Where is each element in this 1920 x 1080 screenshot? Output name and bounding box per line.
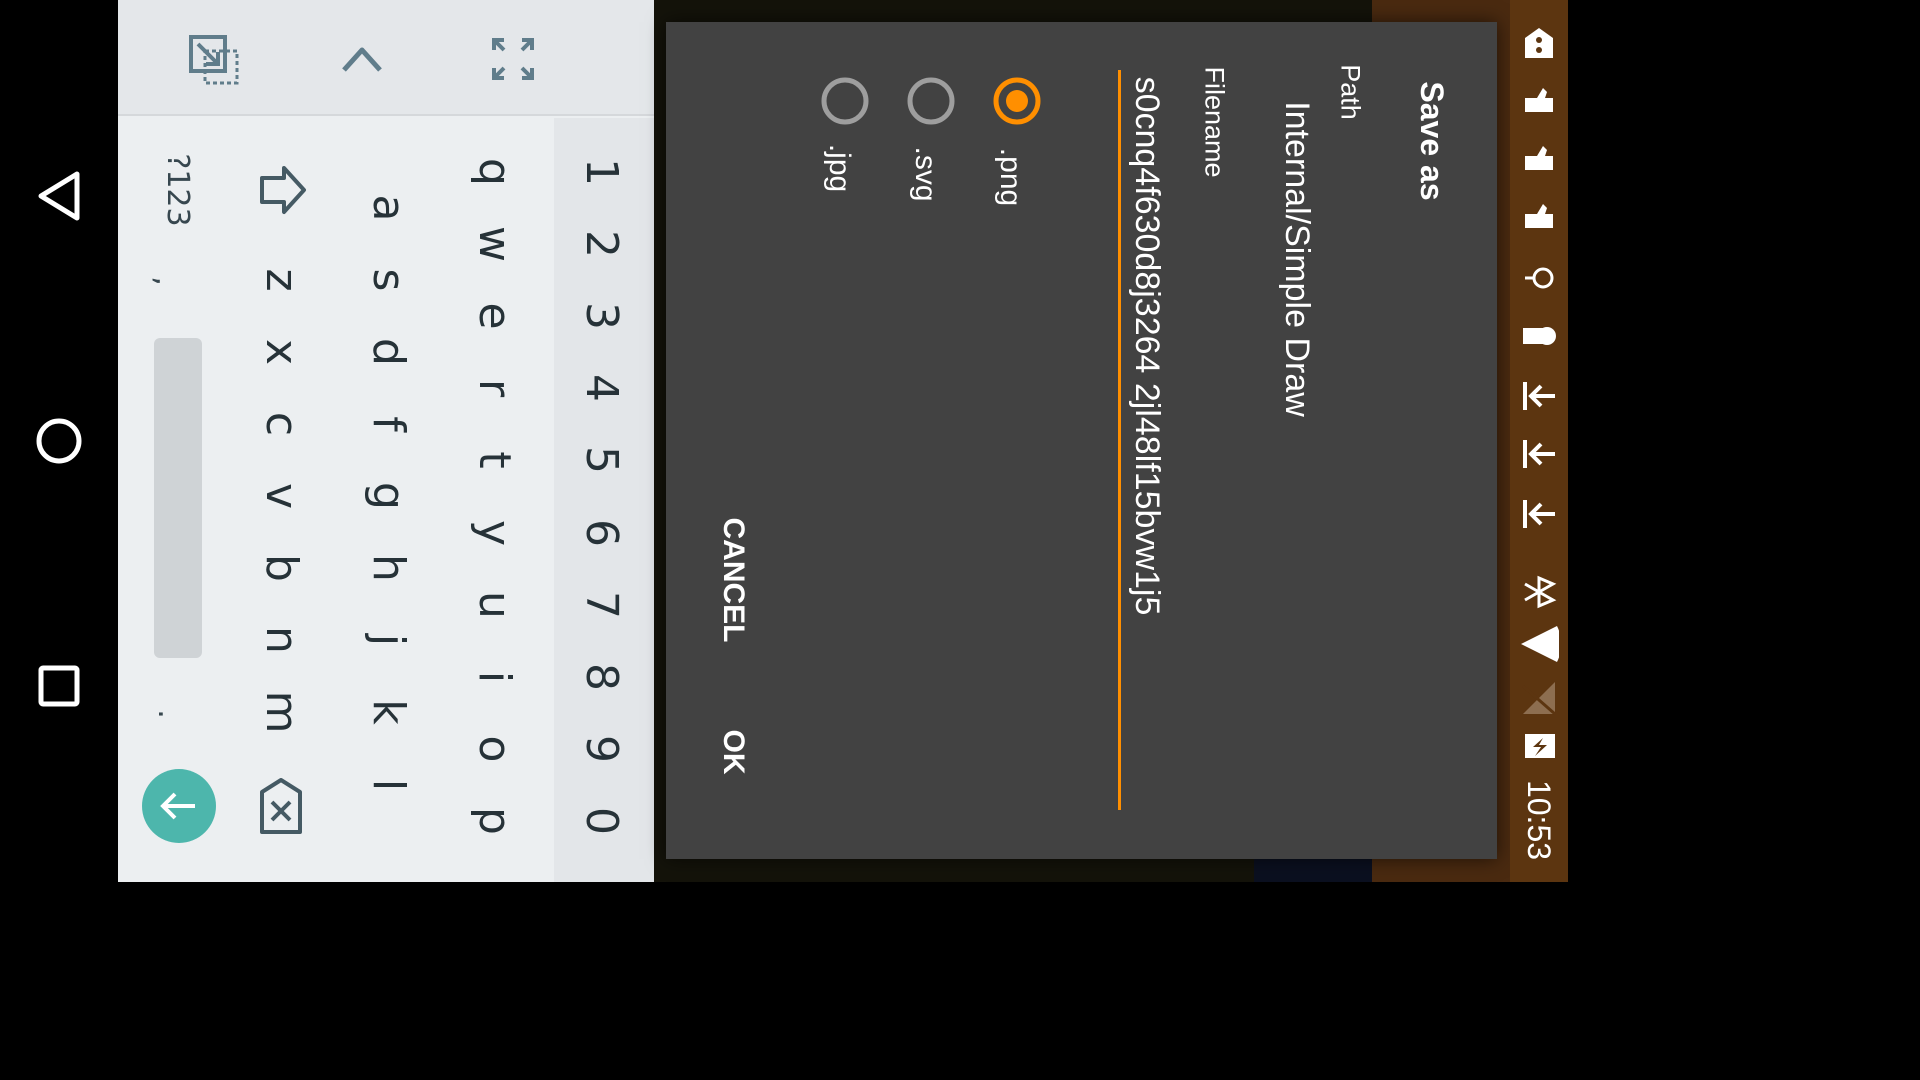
key-comma[interactable]: , xyxy=(148,276,183,286)
dialog-title: Save as xyxy=(1414,81,1450,201)
no-signal-icon xyxy=(1522,682,1556,716)
key-p[interactable]: p xyxy=(469,807,520,835)
key-c[interactable]: c xyxy=(256,412,307,436)
key-6[interactable]: 6 xyxy=(576,519,627,547)
hand-notification-icon xyxy=(1525,88,1553,112)
key-y[interactable]: y xyxy=(469,520,520,546)
resize-keyboard-icon[interactable] xyxy=(188,34,240,86)
save-as-dialog xyxy=(666,22,1497,859)
bluetooth-icon xyxy=(1524,575,1557,609)
hand-notification-icon xyxy=(1525,146,1553,170)
symbols-key[interactable]: ?123 xyxy=(160,153,195,226)
navigation-bar xyxy=(0,0,118,882)
filename-underline xyxy=(1118,70,1121,810)
key-d[interactable]: d xyxy=(363,338,414,366)
key-q[interactable]: q xyxy=(469,158,520,186)
battery-charging-icon xyxy=(1525,734,1555,758)
download-icon xyxy=(1523,382,1555,410)
recents-icon[interactable] xyxy=(29,656,89,716)
fullscreen-keyboard-icon[interactable] xyxy=(490,36,536,82)
key-5[interactable]: 5 xyxy=(576,446,627,474)
download-icon xyxy=(1523,440,1555,468)
key-8[interactable]: 8 xyxy=(576,663,627,691)
key-z[interactable]: z xyxy=(256,268,307,291)
hand-notification-icon xyxy=(1525,204,1553,228)
format-png-label[interactable]: .png xyxy=(994,148,1027,206)
key-x[interactable]: x xyxy=(256,339,307,365)
key-4[interactable]: 4 xyxy=(576,374,627,402)
filename-label: Filename xyxy=(1199,66,1230,178)
enter-key[interactable] xyxy=(142,769,216,843)
wifi-icon xyxy=(1521,626,1559,662)
shift-icon[interactable] xyxy=(258,164,308,216)
key-2[interactable]: 2 xyxy=(576,230,627,258)
key-r[interactable]: r xyxy=(469,379,520,397)
bulb-icon xyxy=(1525,267,1554,289)
back-icon[interactable] xyxy=(29,166,89,226)
key-j[interactable]: j xyxy=(363,634,414,646)
radio-png[interactable] xyxy=(991,75,1043,127)
radio-svg[interactable] xyxy=(905,75,957,127)
ok-button[interactable]: OK xyxy=(717,730,750,775)
home-icon[interactable] xyxy=(29,411,89,471)
radio-jpg[interactable] xyxy=(819,75,871,127)
key-7[interactable]: 7 xyxy=(576,591,627,619)
key-f[interactable]: f xyxy=(363,416,414,432)
status-time: 10:53 xyxy=(1521,779,1557,861)
key-a[interactable]: a xyxy=(363,195,414,222)
cancel-button[interactable]: CANCEL xyxy=(717,518,750,643)
key-b[interactable]: b xyxy=(256,554,307,582)
download-icon xyxy=(1523,500,1555,528)
key-l[interactable]: l xyxy=(363,779,414,791)
key-n[interactable]: n xyxy=(256,626,307,654)
key-0[interactable]: 0 xyxy=(576,807,627,835)
key-i[interactable]: i xyxy=(469,671,520,683)
key-icon xyxy=(1523,327,1556,345)
key-s[interactable]: s xyxy=(363,269,414,292)
key-e[interactable]: e xyxy=(469,302,520,329)
key-3[interactable]: 3 xyxy=(576,302,627,330)
key-o[interactable]: o xyxy=(469,736,520,763)
key-v[interactable]: v xyxy=(256,483,307,509)
key-u[interactable]: u xyxy=(469,591,520,619)
key-period[interactable]: . xyxy=(151,709,186,719)
key-t[interactable]: t xyxy=(469,451,520,468)
path-label: Path xyxy=(1335,64,1366,120)
format-svg-label[interactable]: .svg xyxy=(909,146,942,201)
key-w[interactable]: w xyxy=(469,226,520,262)
path-value: Internal/Simple Draw xyxy=(1278,101,1316,417)
backspace-icon[interactable] xyxy=(258,778,304,834)
key-9[interactable]: 9 xyxy=(576,735,627,763)
key-g[interactable]: g xyxy=(363,482,414,510)
collapse-keyboard-icon[interactable] xyxy=(338,40,386,80)
key-h[interactable]: h xyxy=(363,554,414,582)
notification-app-icon xyxy=(1525,28,1553,58)
key-m[interactable]: m xyxy=(256,691,307,734)
filename-input[interactable]: s0cnq4f630d8j3264 2jl48lf15bvw1j5 xyxy=(1128,77,1166,616)
enter-arrow-icon xyxy=(160,792,195,820)
format-jpg-label[interactable]: .jpg xyxy=(823,144,856,192)
space-bar[interactable] xyxy=(154,338,202,658)
app-background-corner xyxy=(1254,858,1372,882)
key-k[interactable]: k xyxy=(363,699,414,724)
key-1[interactable]: 1 xyxy=(576,158,627,186)
